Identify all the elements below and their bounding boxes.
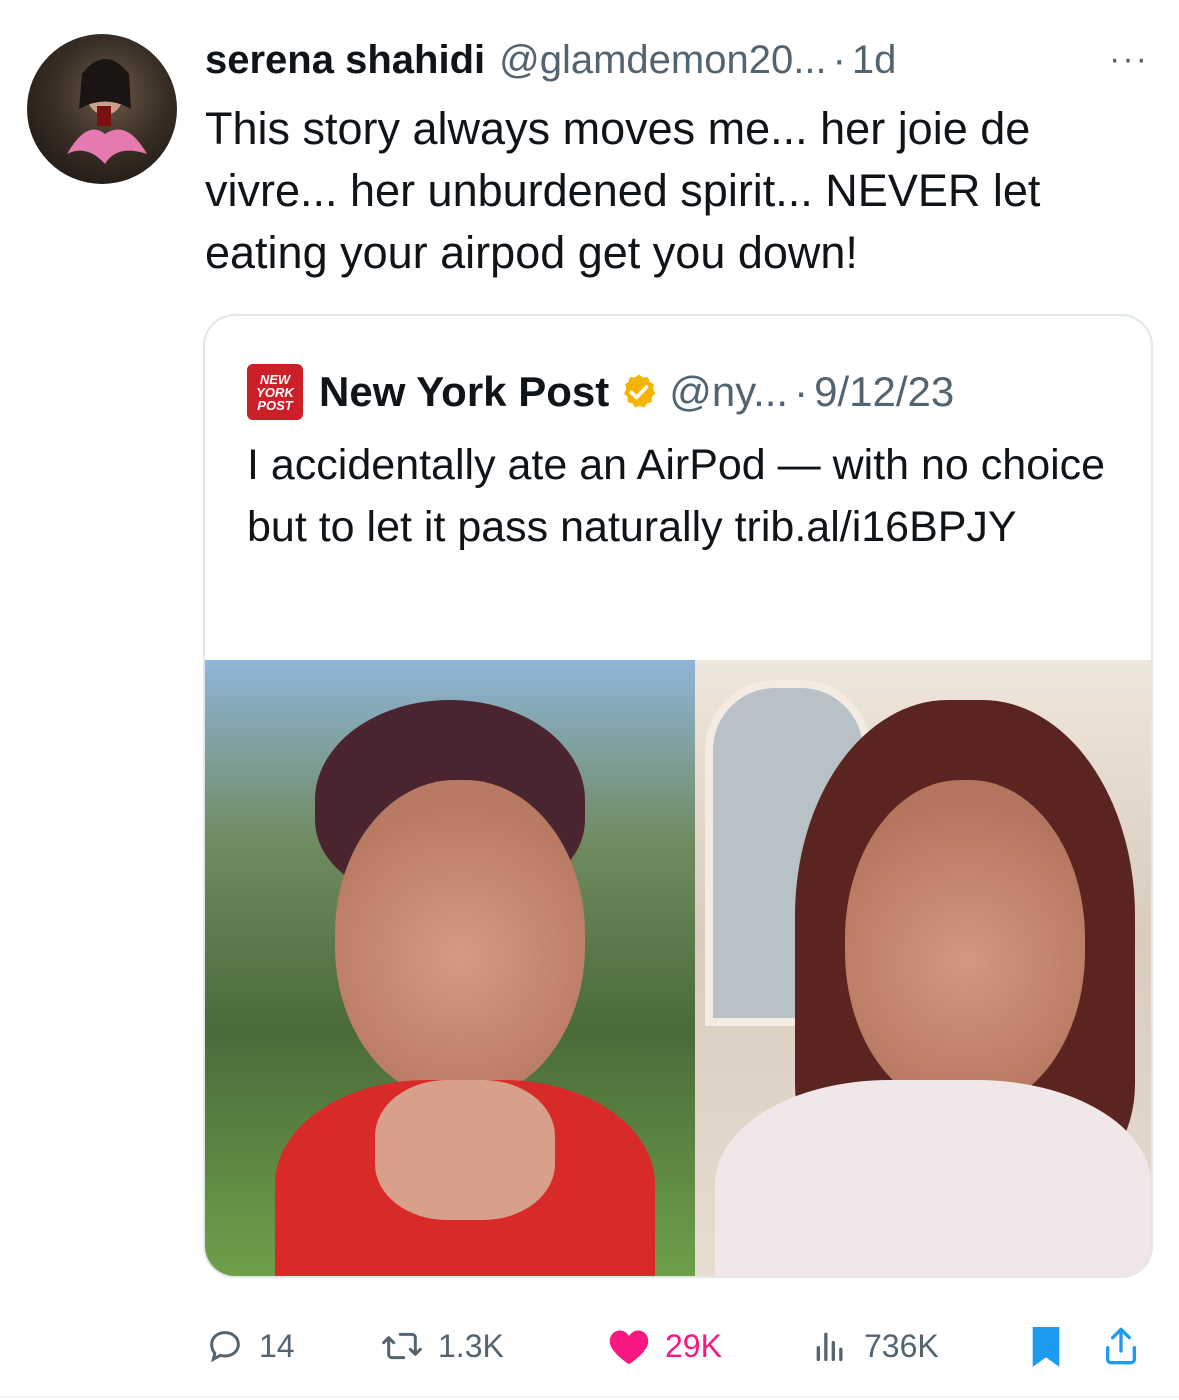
quoted-tweet-text: I accidentally ate an AirPod — with no c… xyxy=(247,441,1106,551)
divider xyxy=(0,1396,1179,1398)
author-name[interactable]: serena shahidi xyxy=(205,38,485,83)
nyp-logo-icon[interactable]: NEW YORK POST xyxy=(247,364,303,420)
photo-face-left xyxy=(335,780,585,1100)
views-button[interactable]: 736K xyxy=(810,1318,939,1374)
bookmark-icon xyxy=(1032,1327,1060,1367)
repost-count: 1.3K xyxy=(438,1327,504,1364)
author-avatar[interactable] xyxy=(27,34,177,184)
share-button[interactable] xyxy=(1101,1318,1155,1374)
bookmark-button[interactable] xyxy=(1027,1318,1079,1374)
quoted-author-name[interactable]: New York Post xyxy=(319,368,609,416)
reply-count: 14 xyxy=(259,1327,295,1364)
quoted-author-handle[interactable]: @ny... xyxy=(669,368,788,416)
like-button[interactable]: 29K xyxy=(607,1318,722,1374)
action-bar: 14 1.3K 29K 736K xyxy=(205,1318,1145,1374)
separator-dot: · xyxy=(832,37,846,82)
tweet-text: This story always moves me... her joie d… xyxy=(205,103,1041,278)
view-count: 736K xyxy=(864,1327,939,1364)
quoted-separator: · xyxy=(794,368,809,415)
photo-woman-indoors[interactable] xyxy=(695,660,1151,1276)
quoted-tweet-header: NEW YORK POST New York Post @ny... · 9/1… xyxy=(247,364,954,420)
repost-icon xyxy=(382,1332,422,1360)
author-handle[interactable]: @glamdemon20... xyxy=(499,38,826,83)
verified-badge-icon xyxy=(619,372,659,412)
heart-icon xyxy=(609,1330,649,1365)
quoted-date[interactable]: 9/12/23 xyxy=(814,368,954,416)
logo-text-line-1: NEW xyxy=(259,371,291,387)
quoted-media[interactable] xyxy=(205,660,1151,1276)
like-count: 29K xyxy=(665,1327,722,1364)
share-icon xyxy=(1106,1327,1136,1365)
quoted-tweet-card[interactable]: NEW YORK POST New York Post @ny... · 9/1… xyxy=(203,314,1153,1278)
logo-text-line-2: YORK xyxy=(256,384,294,400)
analytics-icon xyxy=(816,1332,843,1361)
tweet-time[interactable]: 1d xyxy=(852,38,897,83)
reply-icon xyxy=(210,1331,240,1363)
repost-button[interactable]: 1.3K xyxy=(380,1318,504,1374)
photo-face-right xyxy=(845,780,1085,1110)
reply-button[interactable]: 14 xyxy=(205,1318,295,1374)
logo-text-line-3: POST xyxy=(257,397,293,413)
photo-pajama-top xyxy=(715,1080,1151,1276)
more-options-icon[interactable]: ··· xyxy=(1109,40,1149,79)
photo-hand xyxy=(375,1080,555,1220)
tweet-header: serena shahidi @glamdemon20... · 1d ··· xyxy=(205,34,1149,86)
photo-woman-outdoors[interactable] xyxy=(205,660,695,1276)
